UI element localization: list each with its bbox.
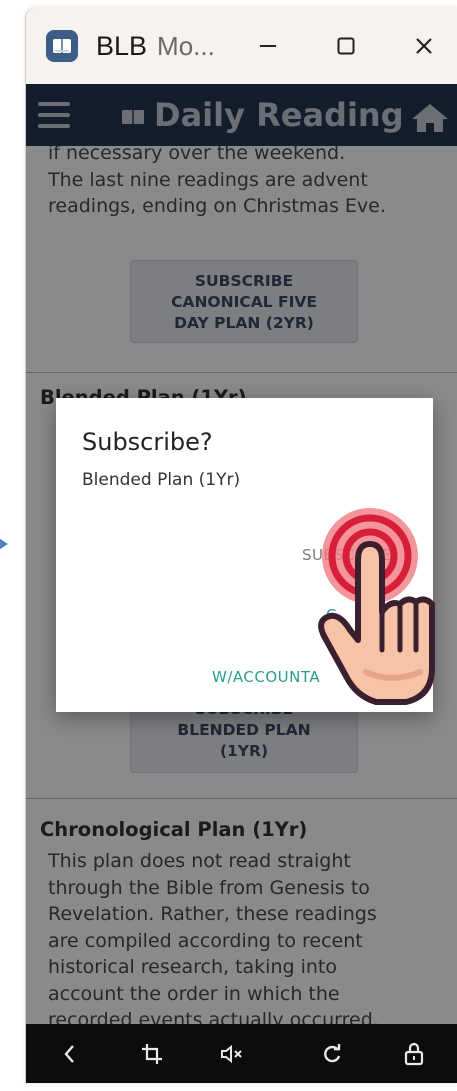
screen: BLB Mo... Daily Reading if necessary ove… — [0, 0, 457, 1091]
close-icon — [416, 38, 432, 54]
minimize-icon — [260, 45, 276, 47]
title-bar: BLB Mo... — [26, 8, 457, 84]
dialog-title: Subscribe? — [82, 428, 213, 456]
minimize-button[interactable] — [248, 26, 288, 66]
dialog-message: Blended Plan (1Yr) — [82, 470, 241, 490]
crop-rotate-button[interactable] — [136, 1038, 168, 1070]
system-nav-bar — [26, 1024, 457, 1083]
refresh-icon — [324, 1044, 341, 1063]
app-window: BLB Mo... Daily Reading if necessary ove… — [26, 8, 457, 1083]
tap-hand-icon — [318, 508, 435, 705]
lock-button[interactable] — [398, 1038, 430, 1070]
back-button[interactable] — [54, 1038, 86, 1070]
mute-button[interactable] — [216, 1038, 248, 1070]
maximize-icon — [337, 37, 355, 55]
lock-icon — [404, 1042, 424, 1066]
window-title-app: BLB — [96, 30, 148, 61]
maximize-button[interactable] — [326, 26, 366, 66]
volume-mute-icon — [221, 1044, 242, 1064]
close-button[interactable] — [404, 26, 444, 66]
crop-rotate-icon — [142, 1044, 162, 1064]
window-title: Mo... — [157, 30, 215, 61]
pointer-arrow-icon — [0, 530, 8, 558]
app-icon — [46, 30, 78, 62]
back-icon — [64, 1045, 74, 1063]
refresh-button[interactable] — [316, 1038, 348, 1070]
